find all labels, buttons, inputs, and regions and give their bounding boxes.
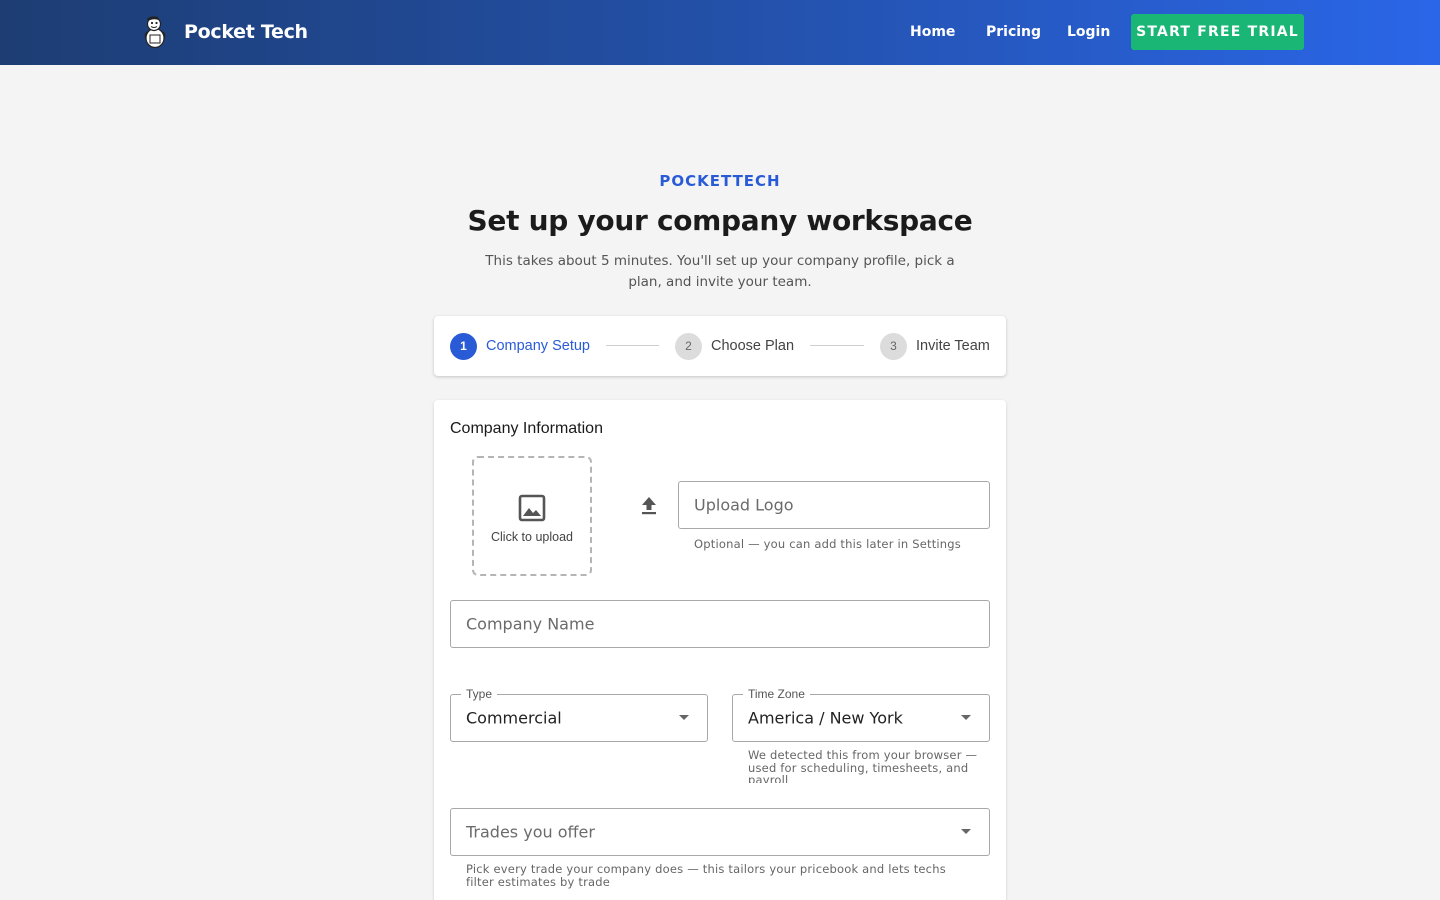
brand-name: Pocket Tech [184,21,308,43]
nav-login-link[interactable]: Login [1067,24,1110,40]
trades-placeholder: Trades you offer [466,822,595,842]
time-zone-value: America / New York [748,708,903,728]
dropdown-caret-icon [679,715,689,720]
type-legend: Type [461,687,498,701]
image-icon [518,494,546,522]
setup-stepper: 1 Company Setup 2 Choose Plan 3 Invite T… [434,316,1006,376]
dropdown-caret-icon [961,829,971,834]
step-number-badge: 1 [450,332,477,360]
step-number-badge: 3 [880,332,907,360]
nav-home-link[interactable]: Home [910,24,955,40]
upload-logo-helper: Optional — you can add this later in Set… [694,537,961,551]
page-subtitle: This takes about 5 minutes. You'll set u… [485,253,955,290]
step-choose-plan[interactable]: 2 Choose Plan [675,332,794,360]
top-nav-bar: Pocket Tech Home Pricing Login START FRE… [0,0,1440,65]
mascot-logo-icon [144,16,166,49]
time-zone-helper: We detected this from your browser — use… [748,749,978,783]
dropdown-caret-icon [961,715,971,720]
time-zone-select[interactable]: Time Zone America / New York [732,687,990,742]
upload-arrow-icon[interactable] [640,495,658,515]
step-connector [810,345,864,346]
logo-upload-dropzone[interactable]: Click to upload [472,456,592,576]
type-value: Commercial [466,708,562,728]
company-info-card: Company Information Click to upload Uplo… [434,400,1006,900]
upload-logo-placeholder: Upload Logo [694,495,794,515]
step-label: Choose Plan [711,338,795,354]
trades-helper: Pick every trade your company does — thi… [466,862,946,889]
eyebrow-label: POCKETTECH [659,172,781,190]
time-zone-legend: Time Zone [743,687,810,701]
step-connector [606,345,659,346]
step-number-badge: 2 [675,332,702,360]
step-label: Invite Team [916,338,990,354]
brand-link[interactable]: Pocket Tech [142,14,308,50]
step-invite-team[interactable]: 3 Invite Team [880,332,990,360]
step-label: Company Setup [486,338,590,354]
step-company-setup[interactable]: 1 Company Setup [450,332,590,360]
nav-pricing-link[interactable]: Pricing [986,24,1041,40]
start-free-trial-button[interactable]: START FREE TRIAL [1131,14,1304,50]
upload-logo-input[interactable]: Upload Logo [678,481,990,529]
company-name-placeholder: Company Name [466,614,595,634]
trades-select[interactable]: Trades you offer [450,808,990,856]
company-name-input[interactable]: Company Name [450,600,990,648]
type-select[interactable]: Type Commercial [450,687,708,742]
upload-box-label: Click to upload [491,530,573,544]
page-title: Set up your company workspace [467,204,973,237]
section-title: Company Information [450,420,603,437]
